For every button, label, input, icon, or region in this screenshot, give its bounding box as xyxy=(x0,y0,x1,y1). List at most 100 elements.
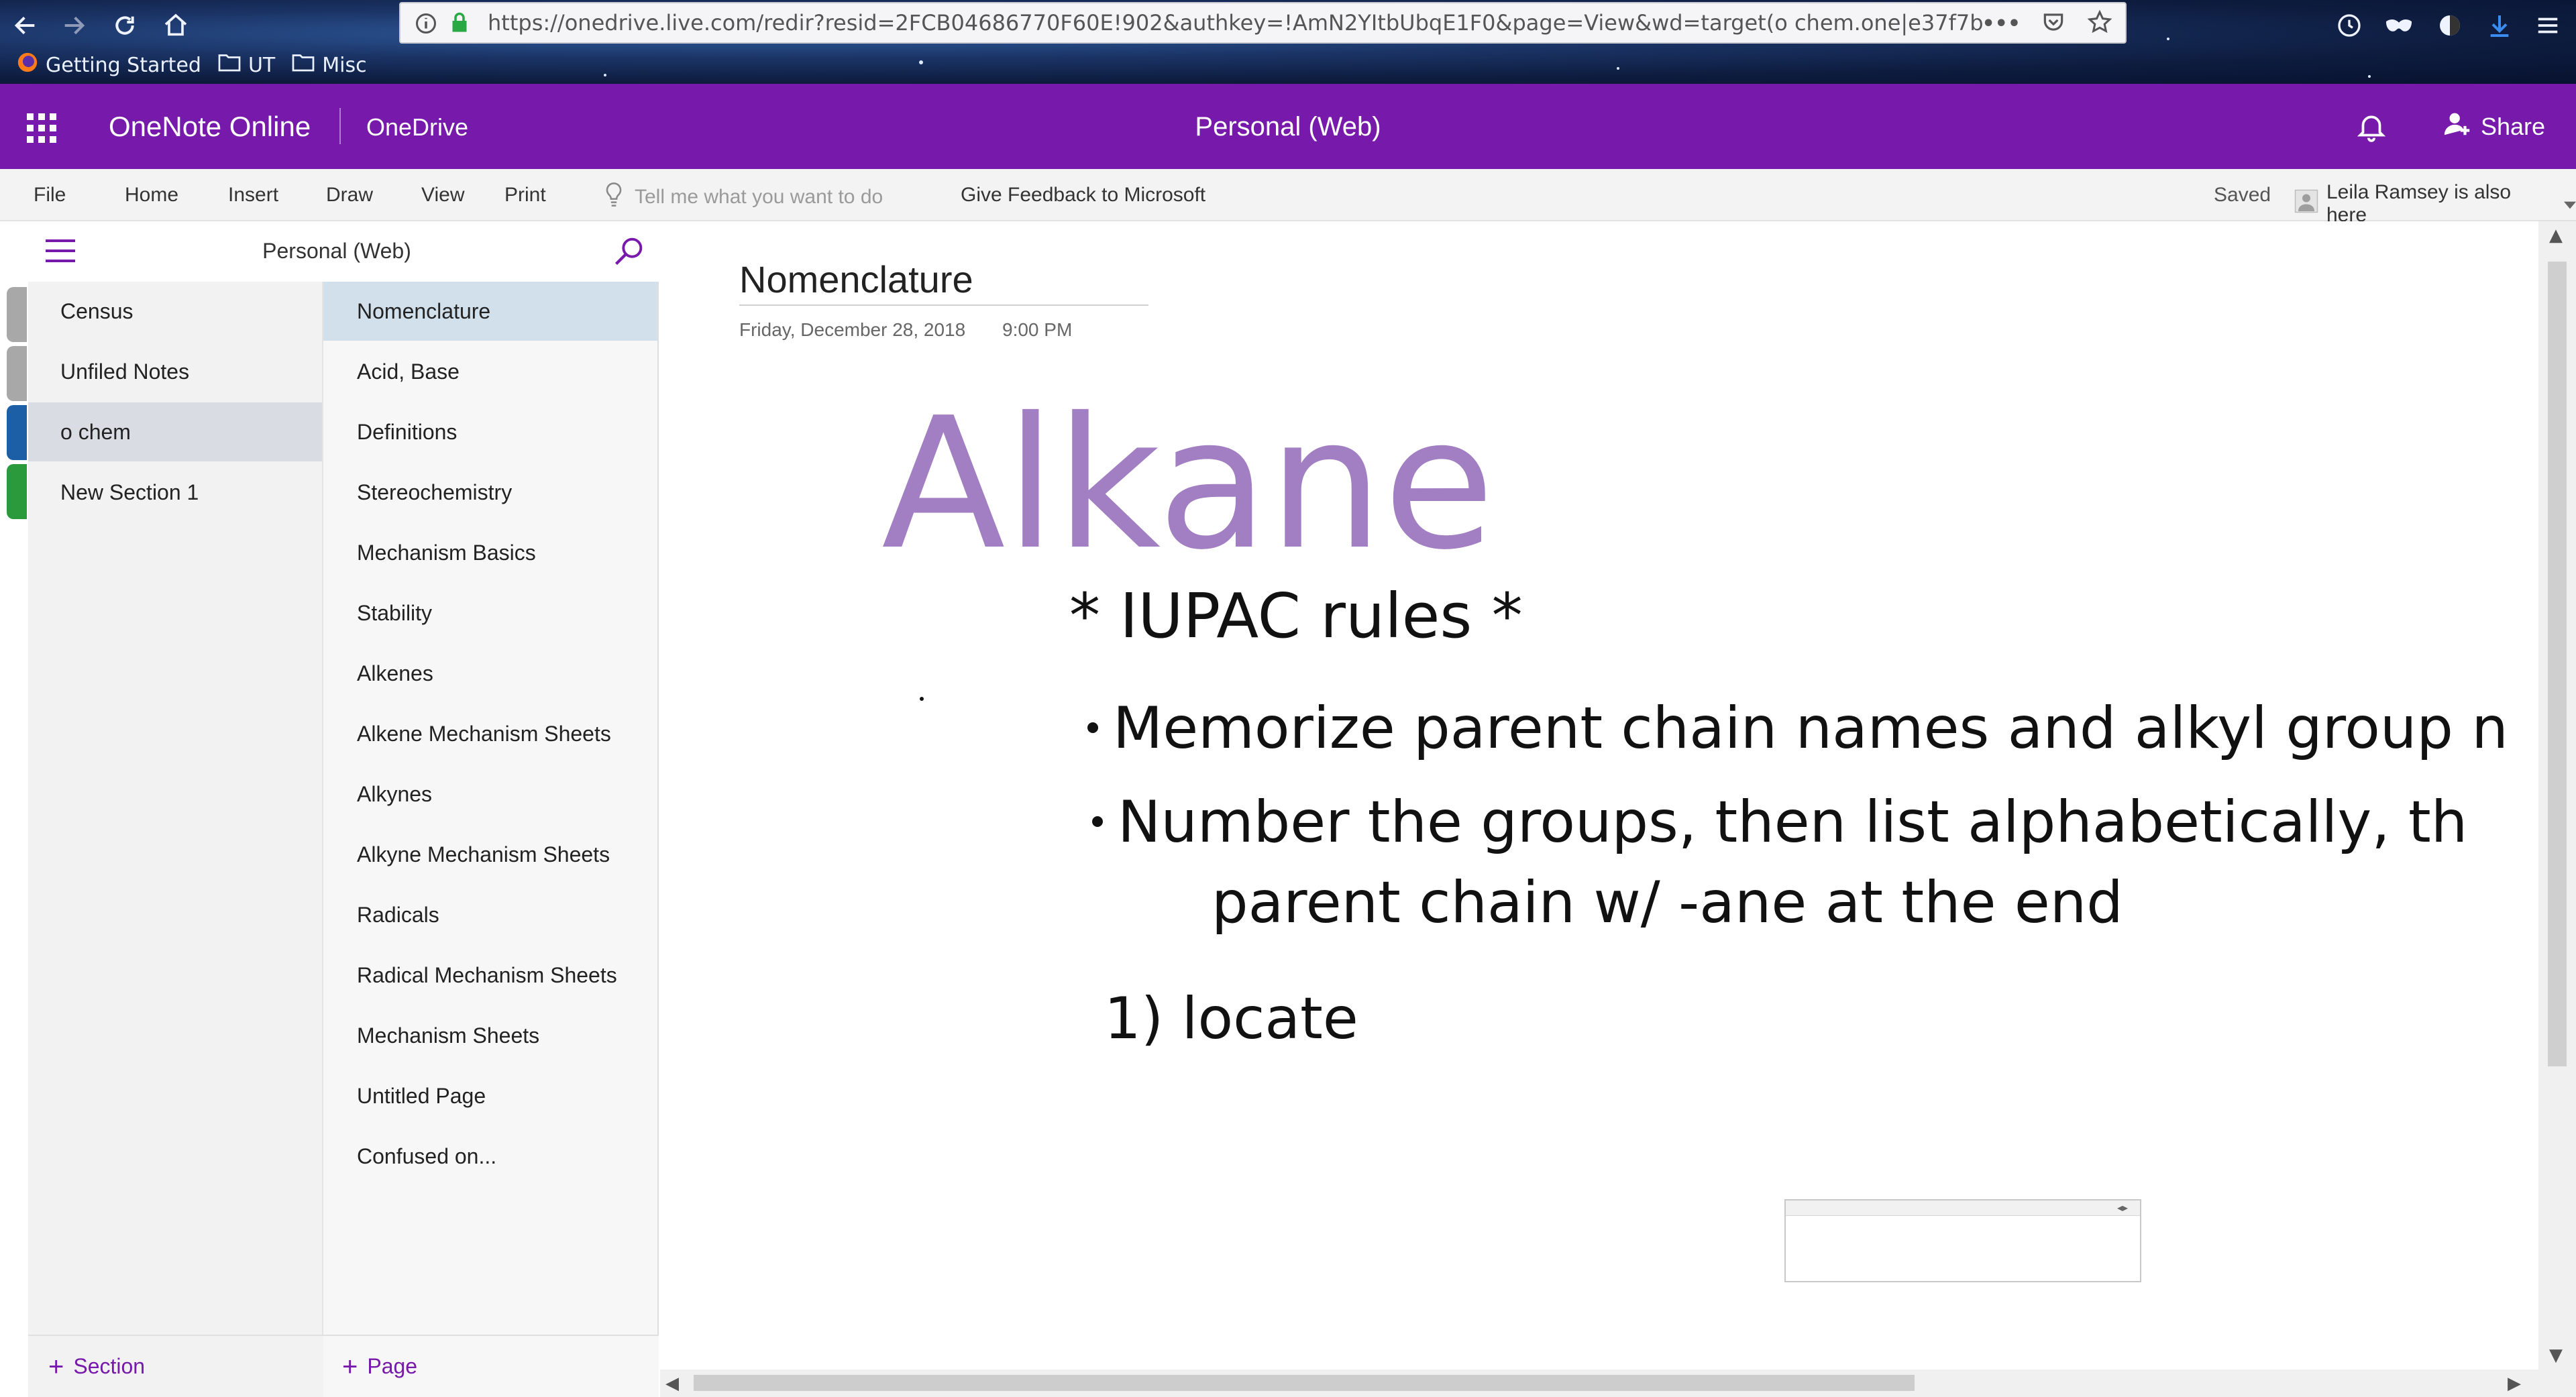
download-icon[interactable] xyxy=(2481,7,2518,44)
pocket-icon[interactable] xyxy=(2041,9,2066,38)
chevron-down-icon xyxy=(2564,192,2576,215)
header-divider xyxy=(339,108,341,144)
section-label: Census xyxy=(60,298,133,323)
page-item-nomenclature[interactable]: Nomenclature xyxy=(323,282,657,341)
scroll-down-icon[interactable]: ▼ xyxy=(2549,1345,2563,1365)
page-label: Alkyne Mechanism Sheets xyxy=(357,842,610,867)
notifications-bell-icon[interactable] xyxy=(2355,109,2388,144)
app-header: OneNote Online OneDrive Personal (Web) S… xyxy=(0,84,2576,169)
page-label: Radical Mechanism Sheets xyxy=(357,962,617,987)
bookmark-folder-ut[interactable]: UT xyxy=(217,52,275,78)
ink-heading-alkane[interactable]: Alkane xyxy=(881,378,1495,590)
bookmarks-toolbar: Getting Started UT Misc xyxy=(16,48,367,82)
section-color-tab[interactable] xyxy=(7,464,27,519)
page-item-alkenes[interactable]: Alkenes xyxy=(323,644,657,703)
page-item-definitions[interactable]: Definitions xyxy=(323,402,657,461)
ink-bullet xyxy=(1092,816,1103,827)
ink-bullet-number-groups[interactable]: Number the groups, then list alphabetica… xyxy=(1118,789,2467,856)
search-icon[interactable] xyxy=(612,233,647,268)
app-launcher-icon[interactable] xyxy=(27,113,56,143)
bookmark-star-icon[interactable] xyxy=(2086,9,2113,38)
onedrive-link[interactable]: OneDrive xyxy=(366,113,468,142)
tab-file[interactable]: File xyxy=(34,184,66,207)
page-label: Radicals xyxy=(357,902,439,927)
page-item-stability[interactable]: Stability xyxy=(323,583,657,642)
bookmark-getting-started[interactable]: Getting Started xyxy=(16,51,201,79)
back-icon[interactable] xyxy=(5,5,46,46)
page-actions-icon[interactable]: ••• xyxy=(1982,12,2021,36)
page-item-radicals[interactable]: Radicals xyxy=(323,885,657,944)
history-icon[interactable] xyxy=(2330,7,2368,44)
page-item-alkynes[interactable]: Alkynes xyxy=(323,765,657,824)
pages-list: Nomenclature Acid, Base Definitions Ster… xyxy=(323,282,659,1335)
page-item-acid-base[interactable]: Acid, Base xyxy=(323,342,657,401)
scroll-right-icon[interactable]: ▶ xyxy=(2508,1374,2521,1394)
tab-home[interactable]: Home xyxy=(125,184,178,207)
add-page-button[interactable]: + Page xyxy=(323,1335,659,1397)
page-item-alkyne-mechanism-sheets[interactable]: Alkyne Mechanism Sheets xyxy=(323,825,657,884)
ink-step-locate[interactable]: 1) locate xyxy=(1104,985,1358,1052)
page-item-mechanism-sheets[interactable]: Mechanism Sheets xyxy=(323,1006,657,1065)
page-label: Definitions xyxy=(357,419,458,444)
section-color-tab[interactable] xyxy=(7,405,27,460)
ink-parent-chain[interactable]: parent chain w/ -ane at the end xyxy=(1212,869,2123,936)
section-label: New Section 1 xyxy=(60,480,199,504)
ink-iupac-rules[interactable]: * IUPAC rules * xyxy=(1069,580,1523,652)
save-status: Saved xyxy=(2214,184,2271,206)
forward-icon[interactable] xyxy=(54,5,94,46)
page-label: Confused on... xyxy=(357,1143,497,1168)
section-color-tab[interactable] xyxy=(7,346,27,401)
add-section-button[interactable]: + Section xyxy=(28,1335,323,1397)
section-item-census[interactable]: Census xyxy=(28,282,322,341)
extension-icon[interactable] xyxy=(2431,7,2469,44)
page-label: Alkene Mechanism Sheets xyxy=(357,721,611,746)
section-item-unfiled-notes[interactable]: Unfiled Notes xyxy=(28,342,322,401)
notebook-title-text[interactable]: Personal (Web) xyxy=(1195,112,1381,142)
mask-icon[interactable] xyxy=(2380,7,2418,44)
page-item-untitled-page[interactable]: Untitled Page xyxy=(323,1066,657,1125)
share-button[interactable]: Share xyxy=(2442,108,2545,145)
lightbulb-icon xyxy=(604,181,624,213)
info-icon[interactable] xyxy=(414,11,438,38)
horizontal-scrollbar[interactable]: ◀ ▶ xyxy=(660,1370,2576,1397)
vertical-scroll-thumb[interactable] xyxy=(2548,262,2567,1066)
page-item-alkene-mechanism-sheets[interactable]: Alkene Mechanism Sheets xyxy=(323,704,657,763)
vertical-scrollbar[interactable]: ▲ ▼ xyxy=(2538,221,2576,1370)
section-label: o chem xyxy=(60,419,131,444)
co-author-presence[interactable]: Leila Ramsey is also here xyxy=(2294,181,2576,227)
give-feedback-link[interactable]: Give Feedback to Microsoft xyxy=(961,184,1205,207)
app-name[interactable]: OneNote Online xyxy=(109,111,311,143)
section-item-new-section-1[interactable]: New Section 1 xyxy=(28,463,322,522)
ink-bullet-memorize[interactable]: Memorize parent chain names and alkyl gr… xyxy=(1113,695,2508,762)
resize-handle-icon[interactable]: ◂▸ xyxy=(2117,1201,2128,1215)
tab-print[interactable]: Print xyxy=(504,184,546,207)
page-item-radical-mechanism-sheets[interactable]: Radical Mechanism Sheets xyxy=(323,946,657,1005)
tab-insert[interactable]: Insert xyxy=(228,184,278,207)
page-item-confused-on[interactable]: Confused on... xyxy=(323,1127,657,1186)
page-item-stereochemistry[interactable]: Stereochemistry xyxy=(323,463,657,522)
tell-me-placeholder: Tell me what you want to do xyxy=(635,186,883,208)
bookmark-folder-misc[interactable]: Misc xyxy=(291,52,367,78)
horizontal-scroll-thumb[interactable] xyxy=(694,1375,1915,1391)
bookmark-label: UT xyxy=(248,53,276,77)
scroll-left-icon[interactable]: ◀ xyxy=(665,1374,679,1394)
tab-view[interactable]: View xyxy=(421,184,464,207)
page-item-mechanism-basics[interactable]: Mechanism Basics xyxy=(323,523,657,582)
section-color-tab[interactable] xyxy=(7,287,27,342)
navigation-notebook-title[interactable]: Personal (Web) xyxy=(28,239,645,264)
reload-icon[interactable] xyxy=(105,5,145,46)
page-canvas[interactable]: Nomenclature Friday, December 28, 2018 9… xyxy=(660,221,2538,1370)
tell-me-search[interactable]: Tell me what you want to do xyxy=(604,181,883,213)
home-icon[interactable] xyxy=(156,5,196,46)
empty-note-container[interactable]: ◂▸ xyxy=(1784,1199,2141,1282)
background-star xyxy=(604,74,606,76)
add-person-icon xyxy=(2442,108,2473,145)
scroll-up-icon[interactable]: ▲ xyxy=(2549,225,2563,245)
section-item-o-chem[interactable]: o chem xyxy=(28,402,322,461)
note-container-handle[interactable]: ◂▸ xyxy=(1786,1200,2140,1216)
menu-icon[interactable] xyxy=(2529,7,2567,44)
handwritten-ink-layer[interactable]: Alkane * IUPAC rules * Memorize parent c… xyxy=(660,221,2538,1370)
address-bar[interactable]: https://onedrive.live.com/redir?resid=2F… xyxy=(399,2,2127,44)
tab-draw[interactable]: Draw xyxy=(326,184,373,207)
url-text[interactable]: https://onedrive.live.com/redir?resid=2F… xyxy=(488,10,1984,36)
